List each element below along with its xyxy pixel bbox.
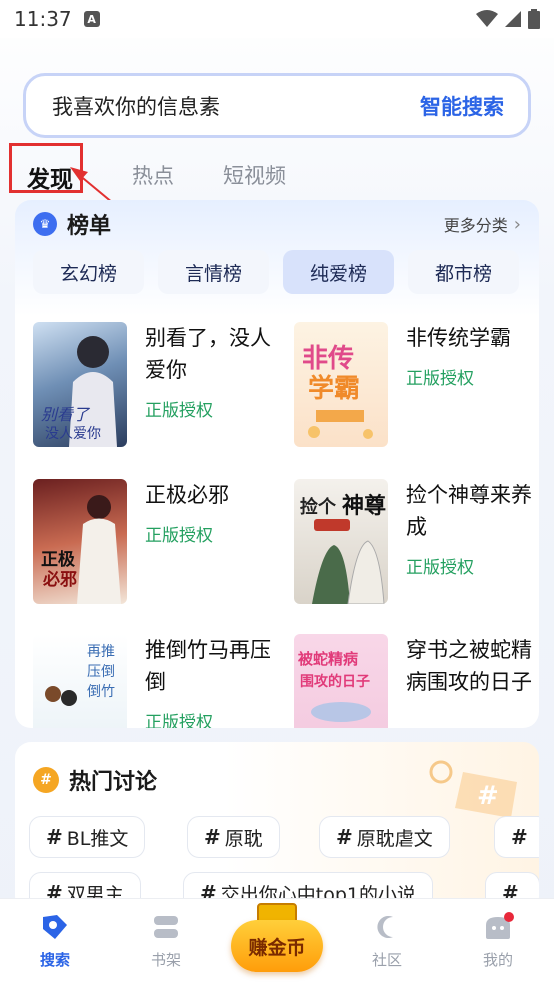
svg-text:被蛇精病: 被蛇精病 [298, 650, 358, 668]
hot-discussion-card: # 热门讨论 # # BL推文 # 原耽 # 原耽虐文 # # 双男主 # 交出你心中to… [15, 742, 539, 912]
chip-chunai[interactable]: 纯爱榜 [283, 250, 394, 294]
license-tag: 正版授权 [406, 558, 474, 578]
status-time: 11:37 [14, 7, 72, 31]
nav-bookshelf[interactable]: 书架 [126, 911, 206, 970]
license-tag: 正版授权 [145, 713, 213, 728]
bookshelf-icon [154, 916, 178, 938]
book-item[interactable]: 非传 学霸 非传统学霸 正版授权 [294, 322, 539, 452]
svg-text:非传: 非传 [302, 344, 354, 374]
profile-icon [486, 912, 514, 939]
nav-label: 社区 [371, 951, 402, 969]
ranking-chips: 玄幻榜 言情榜 纯爱榜 都市榜 [33, 250, 519, 294]
top-tabs: 发现 热点 短视频 [0, 150, 554, 200]
nav-community[interactable]: 社区 [347, 911, 427, 970]
notification-icon: A [83, 11, 100, 27]
hashtag-tag-icon: # [429, 760, 517, 818]
svg-text:必邪: 必邪 [42, 569, 77, 590]
tab-hot[interactable]: 热点 [132, 160, 174, 190]
book-item[interactable]: 别看了 没人爱你 别看了，没人爱你 正版授权 [33, 322, 283, 452]
nav-label: 搜索 [39, 951, 70, 969]
ranking-title: 榜单 [67, 214, 112, 239]
earn-coins-button[interactable]: 赚金币 [231, 920, 323, 972]
svg-text:#: # [477, 781, 499, 811]
search-nav-icon [43, 915, 67, 939]
book-title[interactable]: 正极必邪 [145, 479, 280, 511]
book-cover[interactable]: 捡个 神尊 [294, 479, 388, 604]
topic-chip[interactable]: # 原耽 [187, 816, 280, 858]
book-item[interactable]: 正极 必邪 正极必邪 正版授权 [33, 479, 283, 609]
nav-label: 书架 [150, 951, 181, 969]
license-tag: 正版授权 [145, 401, 213, 421]
smart-search-button[interactable]: 智能搜索 [420, 91, 504, 121]
chip-xuanhuan[interactable]: 玄幻榜 [33, 250, 144, 294]
ranking-header: ♛ 榜单 更多分类 › [33, 206, 521, 242]
battery-icon [528, 9, 540, 29]
nav-mine[interactable]: 我的 [458, 911, 538, 970]
book-item[interactable]: 再推 压倒 倒竹 推倒竹马再压倒 正版授权 [33, 634, 283, 728]
hashtag-icon: # [33, 767, 59, 793]
search-bar[interactable]: 我喜欢你的信息素 智能搜索 [23, 73, 531, 138]
book-cover[interactable]: 正极 必邪 [33, 479, 127, 604]
tab-short-video[interactable]: 短视频 [223, 160, 286, 190]
book-title[interactable]: 穿书之被蛇精病围攻的日子 [406, 634, 539, 698]
chevron-right-icon[interactable]: › [514, 214, 521, 235]
wifi-icon [476, 10, 498, 27]
book-cover[interactable]: 再推 压倒 倒竹 [33, 634, 127, 728]
svg-text:正极: 正极 [41, 550, 75, 570]
book-cover[interactable]: 被蛇精病 围攻的日子 [294, 634, 388, 728]
signal-icon [505, 11, 521, 27]
topic-chip[interactable]: # [494, 816, 539, 858]
annotation-box [9, 143, 83, 193]
svg-text:捡个: 捡个 [300, 496, 337, 518]
book-title[interactable]: 推倒竹马再压倒 [145, 634, 280, 698]
book-title[interactable]: 捡个神尊来养成 [406, 479, 539, 543]
svg-text:神尊: 神尊 [342, 493, 386, 519]
topic-chip[interactable]: # 原耽虐文 [319, 816, 450, 858]
community-icon [377, 916, 393, 938]
topic-chip[interactable]: # BL推文 [29, 816, 146, 858]
svg-text:没人爱你: 没人爱你 [45, 426, 101, 442]
status-bar: 11:37 A [0, 0, 554, 38]
svg-text:学霸: 学霸 [308, 373, 360, 404]
license-tag: 正版授权 [406, 369, 474, 389]
nav-search[interactable]: 搜索 [15, 911, 95, 970]
discussion-header: # 热门讨论 [33, 764, 157, 796]
book-cover[interactable]: 别看了 没人爱你 [33, 322, 127, 447]
ranking-card: ♛ 榜单 更多分类 › 玄幻榜 言情榜 纯爱榜 都市榜 别看了 没人爱你 别看了… [15, 200, 539, 728]
more-categories-link[interactable]: 更多分类 [444, 212, 508, 236]
svg-text:压倒: 压倒 [87, 664, 115, 680]
discussion-title: 热门讨论 [69, 770, 158, 795]
svg-text:围攻的日子: 围攻的日子 [300, 673, 370, 690]
svg-text:倒竹: 倒竹 [87, 684, 115, 700]
chip-yanqing[interactable]: 言情榜 [158, 250, 269, 294]
book-title[interactable]: 非传统学霸 [406, 322, 539, 354]
svg-text:别看了: 别看了 [41, 405, 91, 424]
trophy-icon: ♛ [33, 212, 57, 236]
nav-label: 我的 [482, 951, 513, 969]
book-item[interactable]: 被蛇精病 围攻的日子 穿书之被蛇精病围攻的日子 [294, 634, 539, 728]
book-cover[interactable]: 非传 学霸 [294, 322, 388, 447]
svg-text:再推: 再推 [87, 644, 115, 660]
license-tag: 正版授权 [145, 526, 213, 546]
search-input[interactable]: 我喜欢你的信息素 [52, 91, 420, 121]
chip-dushi[interactable]: 都市榜 [408, 250, 519, 294]
book-item[interactable]: 捡个 神尊 捡个神尊来养成 正版授权 [294, 479, 539, 609]
book-title[interactable]: 别看了，没人爱你 [145, 322, 280, 386]
